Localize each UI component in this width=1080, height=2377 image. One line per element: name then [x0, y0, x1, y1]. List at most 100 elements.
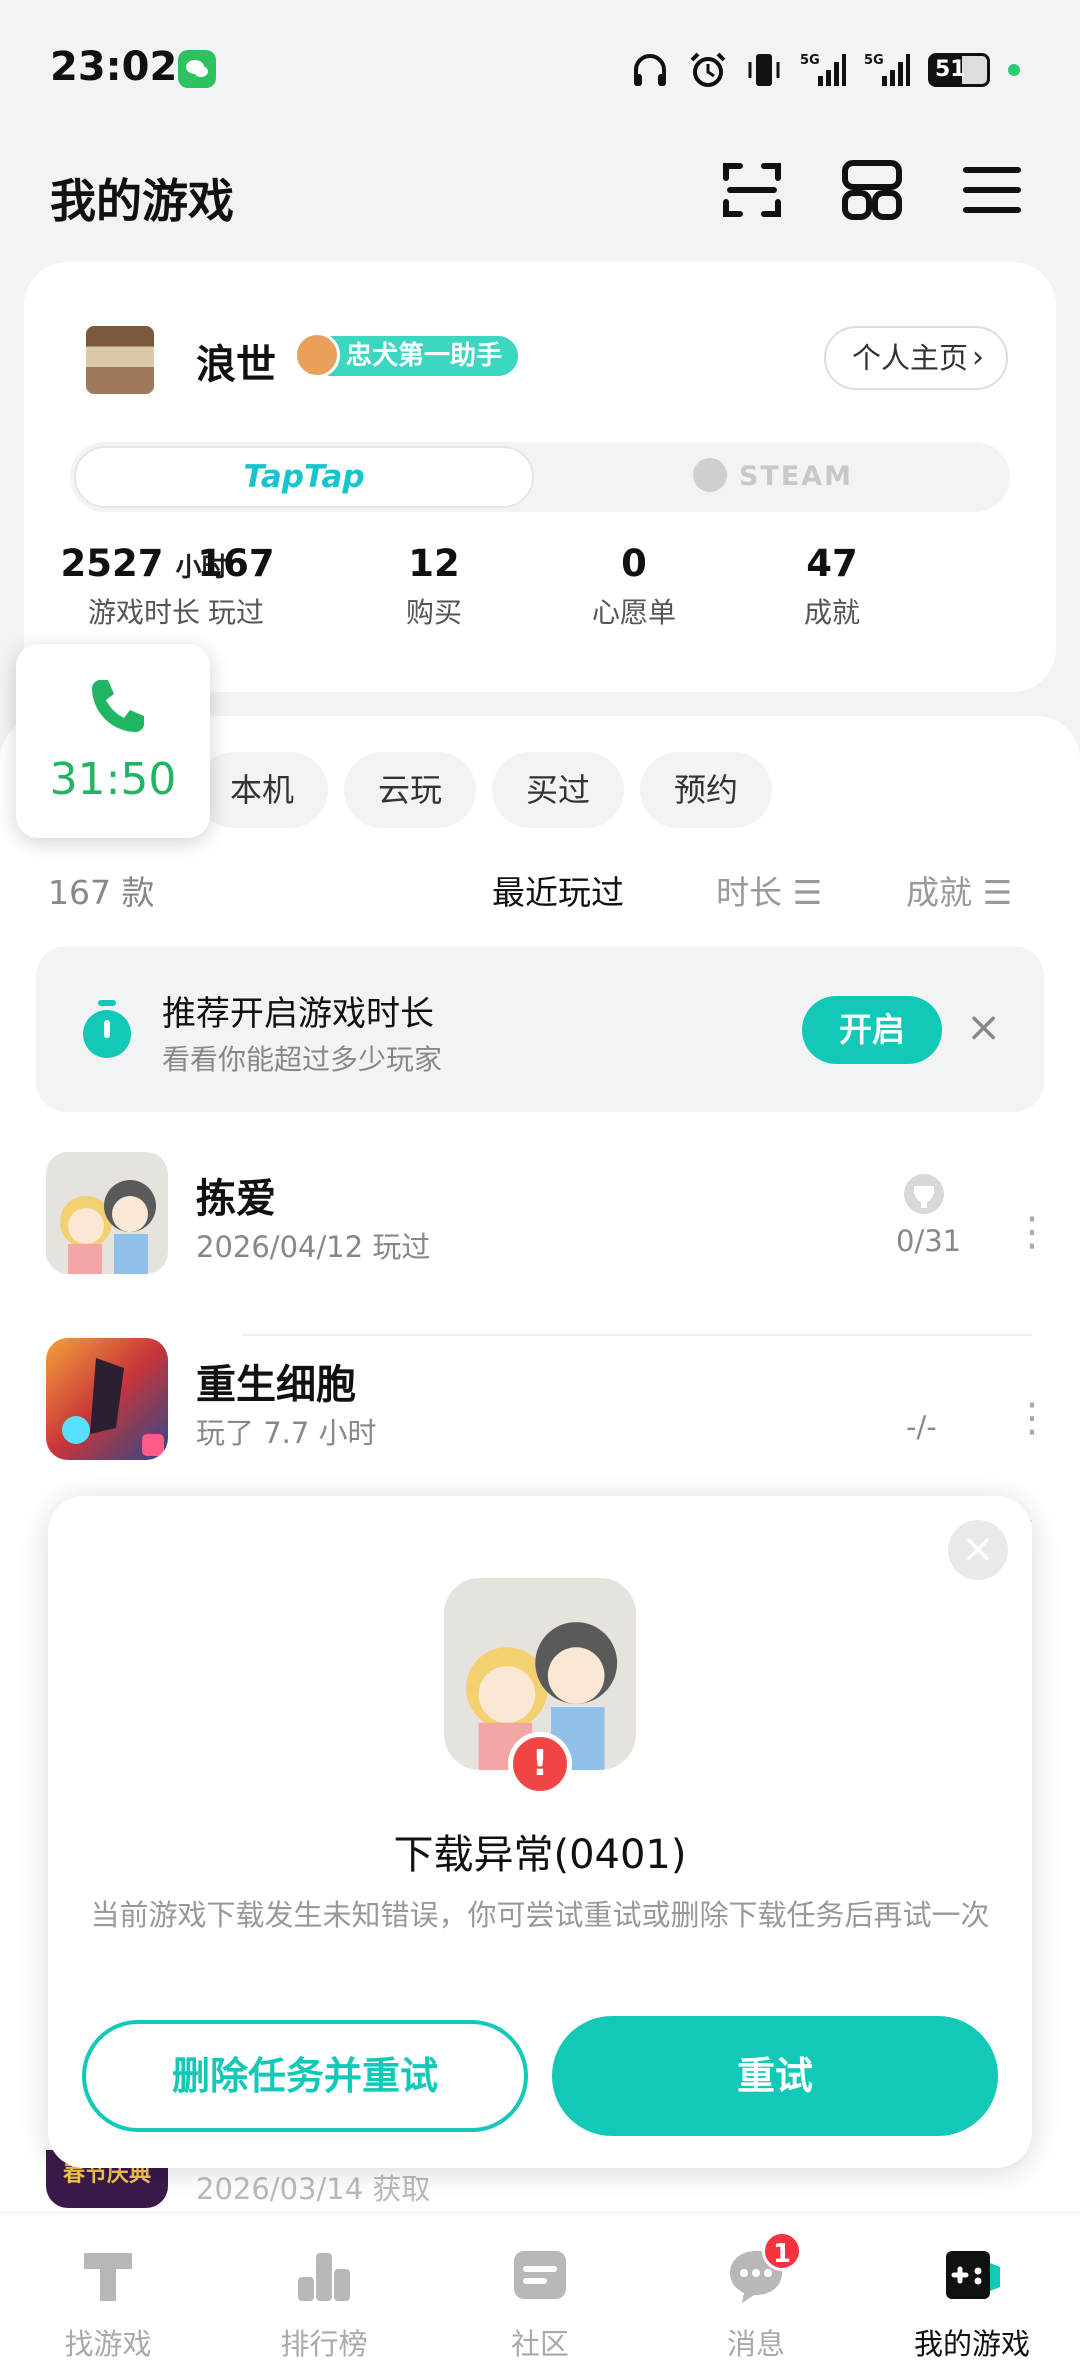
- chip-reserved[interactable]: 预约: [640, 752, 772, 828]
- tab-steam[interactable]: STEAM: [540, 446, 1006, 508]
- recommend-title: 推荐开启游戏时长: [162, 994, 434, 1034]
- sort-achievement[interactable]: 成就 ☰: [906, 866, 1012, 914]
- recommend-subtitle: 看看你能超过多少玩家: [162, 1043, 443, 1076]
- delete-and-retry-button[interactable]: 删除任务并重试: [82, 2020, 528, 2132]
- steam-label: STEAM: [738, 461, 854, 492]
- stat-label: 成就: [803, 596, 860, 629]
- stat-value: 47: [806, 542, 858, 585]
- status-icons: 5G 5G 51: [630, 48, 1020, 92]
- more-icon[interactable]: ⋮: [1012, 1398, 1052, 1438]
- error-icon: !: [508, 1732, 572, 1796]
- battery-indicator: 51: [928, 53, 990, 87]
- ongoing-call-widget[interactable]: 31:50: [16, 644, 210, 838]
- game-acquired: 2026/03/14 获取: [196, 2172, 431, 2206]
- game-achievement: 0/31: [896, 1224, 962, 1258]
- game-playtime: 玩了 7.7 小时: [196, 1416, 377, 1450]
- more-icon[interactable]: ⋮: [1012, 1212, 1052, 1252]
- steam-icon: [692, 457, 727, 492]
- svg-text:5G: 5G: [800, 53, 820, 68]
- sort-icon: ☰: [982, 873, 1013, 912]
- homepage-button[interactable]: 个人主页 ›: [824, 326, 1008, 390]
- username: 浪世: [196, 342, 276, 388]
- game-row[interactable]: 拣爱 2026/04/12 玩过 0/31 ⋮: [46, 1152, 1052, 1338]
- game-achievement: -/-: [906, 1410, 937, 1444]
- bottom-nav: 找游戏 排行榜 社区 1 消息 我的游戏: [0, 2212, 1080, 2377]
- nav-my-games[interactable]: 我的游戏: [864, 2213, 1080, 2377]
- ranking-icon: [298, 2253, 350, 2301]
- stat-achievements[interactable]: 47 成就: [732, 542, 932, 631]
- nav-ranking[interactable]: 排行榜: [216, 2213, 432, 2377]
- stat-purchased[interactable]: 12 购买: [334, 542, 534, 631]
- retry-button[interactable]: 重试: [552, 2016, 998, 2136]
- phone-icon: [92, 680, 144, 732]
- my-games-icon: [946, 2251, 1000, 2299]
- chip-cloud[interactable]: 云玩: [344, 752, 476, 828]
- sort-duration[interactable]: 时长 ☰: [716, 866, 822, 914]
- playtime-recommend-banner: 推荐开启游戏时长 看看你能超过多少玩家 开启 ×: [36, 946, 1044, 1112]
- nav-messages[interactable]: 1 消息: [648, 2213, 864, 2377]
- game-row[interactable]: 春节庆典 2026/03/14 获取: [46, 2150, 1032, 2210]
- avatar[interactable]: [84, 324, 156, 396]
- nav-label: 我的游戏: [913, 2327, 1030, 2361]
- game-icon: [46, 1152, 168, 1274]
- dialog-title: 下载异常(0401): [393, 1832, 687, 1878]
- status-bar: 23:02 5G 5G 51: [0, 0, 1080, 130]
- nav-label: 排行榜: [280, 2327, 368, 2361]
- download-error-dialog: × ! 下载异常(0401) 当前游戏下载发生未知错误，你可尝试重试或删除下载任…: [48, 1496, 1032, 2168]
- headphones-icon: [634, 54, 666, 86]
- profile-card: 浪世 忠犬第一助手 个人主页 › TapTap STEAM 2527 小时 游戏时…: [24, 262, 1056, 692]
- 5g-signal-icon: 5G: [864, 53, 910, 86]
- stat-label: 购买: [405, 596, 462, 629]
- stat-label: 心愿单: [591, 596, 676, 629]
- game-count: 167 款: [48, 873, 155, 912]
- nav-label: 消息: [726, 2327, 785, 2361]
- find-games-icon: [84, 2253, 132, 2301]
- sort-recent[interactable]: 最近玩过: [492, 866, 624, 914]
- stopwatch-icon: [83, 1000, 131, 1058]
- alarm-icon: [690, 52, 726, 87]
- wechat-icon: [178, 50, 216, 88]
- sort-achievement-label: 成就: [906, 873, 972, 912]
- stat-played[interactable]: 167 玩过: [136, 542, 336, 631]
- game-name: 重生细胞: [196, 1362, 356, 1408]
- nav-label: 找游戏: [64, 2327, 152, 2361]
- community-icon: [514, 2251, 566, 2299]
- privacy-dot: [1008, 64, 1020, 76]
- stat-label: 玩过: [207, 596, 264, 629]
- unread-badge: 1: [762, 2231, 802, 2271]
- stats-row: 2527 小时 游戏时长 167 玩过 12 购买 0 心愿单 47 成就: [24, 542, 1056, 652]
- stat-value: 12: [408, 542, 460, 585]
- stat-value: 0: [621, 542, 647, 585]
- homepage-label: 个人主页: [852, 341, 969, 375]
- page-title: 我的游戏: [50, 174, 234, 228]
- scan-icon[interactable]: [720, 158, 784, 222]
- trophy-icon: [904, 1174, 944, 1214]
- stat-value: 167: [197, 542, 275, 585]
- platform-toggle: TapTap STEAM: [70, 442, 1010, 512]
- game-last-played: 2026/04/12 玩过: [196, 1230, 431, 1264]
- vibrate-icon: [748, 54, 780, 86]
- nav-label: 社区: [510, 2327, 569, 2361]
- stat-wishlist[interactable]: 0 心愿单: [534, 542, 734, 631]
- game-name: 拣爱: [196, 1176, 276, 1222]
- game-icon: [46, 1338, 168, 1460]
- chip-purchased[interactable]: 买过: [492, 752, 624, 828]
- 5g-signal-icon: 5G: [800, 53, 846, 86]
- dialog-close-icon[interactable]: ×: [948, 1520, 1008, 1580]
- chip-local[interactable]: 本机: [196, 752, 328, 828]
- dialog-message: 当前游戏下载发生未知错误，你可尝试重试或删除下载任务后再试一次: [90, 1898, 990, 1932]
- enable-playtime-button[interactable]: 开启: [802, 996, 942, 1064]
- status-time: 23:02: [50, 44, 178, 90]
- grid-view-icon[interactable]: [840, 158, 904, 222]
- nav-find-games[interactable]: 找游戏: [0, 2213, 216, 2377]
- menu-icon[interactable]: [960, 158, 1024, 222]
- close-icon[interactable]: ×: [966, 1002, 1001, 1051]
- sort-icon: ☰: [792, 873, 823, 912]
- badge-avatar-icon: [294, 332, 340, 378]
- tab-taptap[interactable]: TapTap: [74, 446, 534, 508]
- chevron-right-icon: ›: [972, 340, 984, 375]
- svg-text:5G: 5G: [864, 53, 884, 68]
- nav-community[interactable]: 社区: [432, 2213, 648, 2377]
- sort-duration-label: 时长: [716, 873, 782, 912]
- call-duration: 31:50: [49, 754, 177, 805]
